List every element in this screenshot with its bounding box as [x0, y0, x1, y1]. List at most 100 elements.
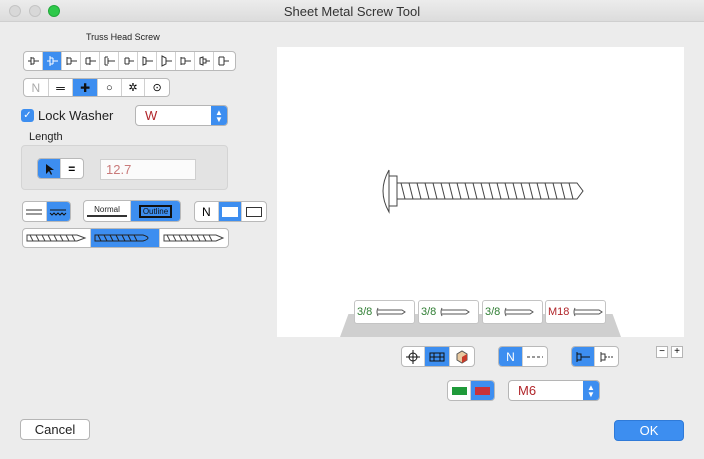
head-type-option-selected[interactable]	[43, 52, 62, 70]
align-left-option[interactable]	[572, 347, 596, 366]
view-rect-option[interactable]	[242, 202, 266, 221]
preset-size-label: M18	[548, 306, 570, 318]
head-type-option[interactable]	[138, 52, 157, 70]
screw-head-icon	[104, 56, 115, 66]
window-title: Sheet Metal Screw Tool	[283, 4, 421, 19]
preset-button[interactable]: 3/8	[418, 300, 479, 324]
lock-washer-type-popup[interactable]: W ▲ ▼	[135, 105, 228, 126]
bottom-n-option[interactable]: N	[499, 347, 524, 366]
zoom-out-button[interactable]: −	[656, 346, 668, 358]
screw-tip-icon	[26, 234, 87, 242]
preset-size-label: 3/8	[485, 306, 501, 318]
view-rect-selected-option[interactable]	[218, 202, 243, 221]
length-pointer-option[interactable]	[38, 159, 61, 178]
head-type-option[interactable]	[100, 52, 119, 70]
preset-button[interactable]: 3/8	[482, 300, 543, 324]
cancel-button[interactable]: Cancel	[20, 419, 90, 440]
view-front-option[interactable]	[425, 347, 450, 366]
thread-smooth-option[interactable]	[23, 202, 47, 221]
drive-none-option[interactable]: N	[24, 79, 49, 96]
drive-hex-option[interactable]: ⊙	[145, 79, 169, 96]
preset-size-label: 3/8	[421, 306, 437, 318]
align-right-option[interactable]	[595, 347, 618, 366]
view-mode-selector: N	[194, 201, 267, 222]
head-type-option[interactable]	[176, 52, 195, 70]
ok-button[interactable]: OK	[614, 420, 684, 441]
length-equals-option[interactable]: =	[61, 159, 83, 178]
equals-icon: =	[68, 161, 76, 176]
align-dashed-icon	[600, 351, 614, 362]
head-type-label: Truss Head Screw	[86, 32, 160, 42]
head-type-option[interactable]	[24, 52, 43, 70]
alignment-selector	[571, 346, 619, 367]
normal-lines-icon	[87, 215, 128, 217]
rectangle-icon	[246, 206, 263, 217]
screw-head-icon	[142, 56, 153, 66]
screw-preview-drawing	[382, 169, 584, 214]
bottom-view-mode-selector: N	[498, 346, 548, 367]
outline-option[interactable]: Outline	[131, 201, 180, 221]
drive-phillips-option[interactable]: ✚	[73, 79, 98, 96]
truss-head-icon	[46, 56, 58, 66]
point-style-selector	[22, 228, 229, 248]
view-selector	[401, 346, 475, 367]
lock-washer-label: Lock Washer	[38, 108, 114, 123]
mini-screw-icon	[440, 307, 471, 317]
screw-head-icon	[218, 56, 229, 66]
length-label: Length	[29, 131, 63, 143]
head-type-option[interactable]	[119, 52, 138, 70]
lock-washer-type-value: W	[145, 108, 158, 123]
zoom-in-button[interactable]: +	[671, 346, 683, 358]
color-selector	[447, 380, 495, 401]
head-type-option[interactable]	[62, 52, 81, 70]
drive-torx-option[interactable]: ✲	[122, 79, 146, 96]
point-style-option[interactable]	[160, 229, 228, 247]
popup-arrows-icon: ▲ ▼	[583, 381, 599, 400]
head-type-selector	[23, 51, 236, 71]
screw-head-icon	[27, 57, 39, 65]
lock-washer-checkbox[interactable]: ✓	[21, 109, 34, 122]
screw-head-icon	[180, 57, 191, 65]
cube-icon	[456, 349, 468, 364]
drive-square-option[interactable]: ○	[98, 79, 122, 96]
preset-button[interactable]: M18	[545, 300, 606, 324]
screw-head-icon	[124, 57, 134, 65]
screw-head-icon	[85, 57, 96, 65]
screw-head-icon	[66, 57, 77, 65]
length-value-field[interactable]: 12.7	[100, 159, 196, 180]
green-color-option[interactable]	[448, 381, 472, 400]
head-type-option[interactable]	[157, 52, 176, 70]
thread-wavy-option[interactable]	[46, 202, 70, 221]
preset-button[interactable]: 3/8	[354, 300, 415, 324]
rectangle-icon	[222, 206, 238, 217]
head-type-option[interactable]	[81, 52, 100, 70]
normal-label: Normal	[94, 205, 120, 214]
head-type-option[interactable]	[214, 52, 233, 70]
align-solid-icon	[576, 351, 590, 362]
drive-slot-option[interactable]: ═	[49, 79, 74, 96]
thread-style-selector	[22, 201, 71, 222]
normal-option[interactable]: Normal	[84, 201, 132, 221]
green-swatch-icon	[451, 386, 467, 395]
screw-size-popup[interactable]: M6 ▲ ▼	[508, 380, 600, 401]
dashed-option[interactable]	[523, 347, 547, 366]
pointer-icon	[45, 163, 54, 175]
view-origin-option[interactable]	[402, 347, 426, 366]
thread-lines-icon	[49, 209, 67, 216]
view-3d-option[interactable]	[450, 347, 474, 366]
phillips-icon: ✚	[80, 80, 91, 95]
preset-size-label: 3/8	[357, 306, 373, 318]
mini-screw-icon	[376, 307, 407, 317]
mini-screw-icon	[504, 307, 535, 317]
drive-type-selector: N ═ ✚ ○ ✲ ⊙	[23, 78, 170, 97]
outline-label: Outline	[138, 204, 173, 218]
point-style-option-selected[interactable]	[91, 229, 160, 247]
red-color-option[interactable]	[471, 381, 494, 400]
head-type-option[interactable]	[195, 52, 214, 70]
red-swatch-icon	[475, 386, 490, 395]
point-style-option[interactable]	[23, 229, 92, 247]
view-n-option[interactable]: N	[195, 202, 219, 221]
popup-arrows-icon: ▲ ▼	[211, 106, 227, 125]
length-mode-selector: =	[37, 158, 84, 179]
crosshair-icon	[406, 349, 421, 364]
